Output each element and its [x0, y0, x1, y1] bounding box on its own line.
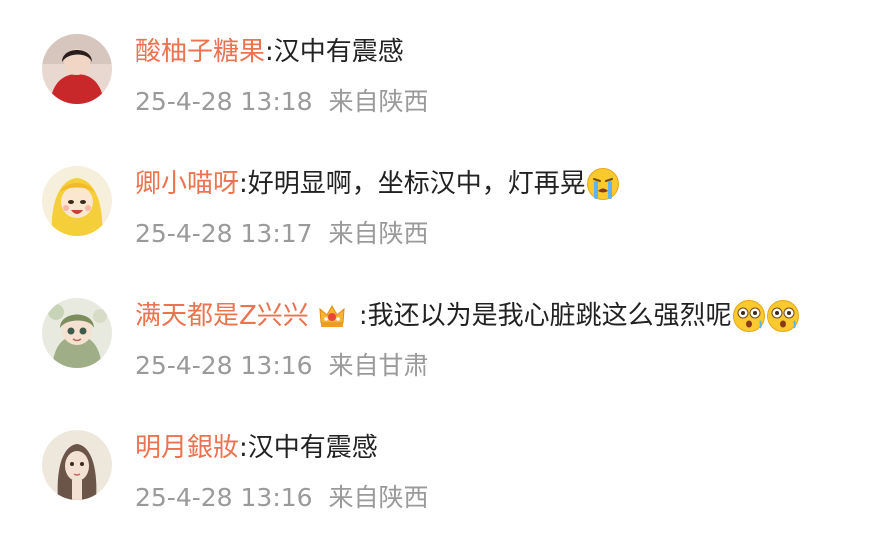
location: 来自甘肃	[328, 351, 429, 380]
avatar[interactable]	[42, 166, 112, 236]
shocked-face-icon	[732, 300, 765, 332]
avatar[interactable]	[42, 298, 112, 368]
shocked-face-icon	[766, 300, 799, 332]
crying-face-icon	[586, 168, 619, 200]
avatar[interactable]	[42, 34, 112, 104]
comment-text: 汉中有震感	[273, 37, 404, 67]
comment-item: 明月銀妝 : 汉中有震感 25-4-28 13:16 来自陕西	[0, 396, 869, 528]
timestamp: 25-4-28 13:16	[135, 351, 313, 380]
comment-meta: 25-4-28 13:16 来自陕西	[135, 481, 429, 515]
location: 来自陕西	[328, 483, 429, 512]
username-link[interactable]: 明月銀妝	[135, 430, 239, 466]
illustrated-girl-beige-avatar-icon	[42, 430, 112, 500]
comment-meta: 25-4-28 13:18 来自陕西	[135, 85, 429, 119]
comment-text: 我还以为是我心脏跳这么强烈呢	[367, 301, 732, 331]
girl-red-sweater-avatar-icon	[42, 34, 112, 104]
comment-meta: 25-4-28 13:17 来自陕西	[135, 217, 429, 251]
comment-item: 卿小喵呀 : 好明显啊，坐标汉中，灯再晃 25-4-28 13:17 来自陕西	[0, 132, 869, 264]
separator: :	[239, 169, 248, 199]
comment-meta: 25-4-28 13:16 来自甘肃	[135, 349, 429, 383]
timestamp: 25-4-28 13:17	[135, 219, 313, 248]
timestamp: 25-4-28 13:18	[135, 87, 313, 116]
comment-item: 满天都是Z兴兴 : 我还以为是我心脏跳这么强烈呢 25-4-28 13:16 来…	[0, 264, 869, 396]
crown-badge-icon[interactable]	[317, 301, 347, 331]
separator: :	[265, 37, 274, 67]
comment-line: 满天都是Z兴兴 : 我还以为是我心脏跳这么强烈呢	[135, 298, 800, 334]
comment-line: 明月銀妝 : 汉中有震感	[135, 430, 378, 466]
timestamp: 25-4-28 13:16	[135, 483, 313, 512]
comment-text: 汉中有震感	[247, 433, 378, 463]
comment-line: 酸柚子糖果 : 汉中有震感	[135, 34, 404, 70]
username-link[interactable]: 满天都是Z兴兴	[135, 298, 309, 334]
anime-girl-green-avatar-icon	[42, 298, 112, 368]
location: 来自陕西	[328, 87, 429, 116]
separator: :	[239, 433, 248, 463]
cartoon-girl-yellow-avatar-icon	[42, 166, 112, 236]
separator: :	[358, 301, 368, 331]
location: 来自陕西	[328, 219, 429, 248]
comment-item: 酸柚子糖果 : 汉中有震感 25-4-28 13:18 来自陕西	[0, 0, 869, 132]
username-link[interactable]: 卿小喵呀	[135, 166, 239, 202]
username-link[interactable]: 酸柚子糖果	[135, 34, 265, 70]
comment-line: 卿小喵呀 : 好明显啊，坐标汉中，灯再晃	[135, 166, 620, 202]
avatar[interactable]	[42, 430, 112, 500]
comment-text: 好明显啊，坐标汉中，灯再晃	[247, 169, 586, 199]
